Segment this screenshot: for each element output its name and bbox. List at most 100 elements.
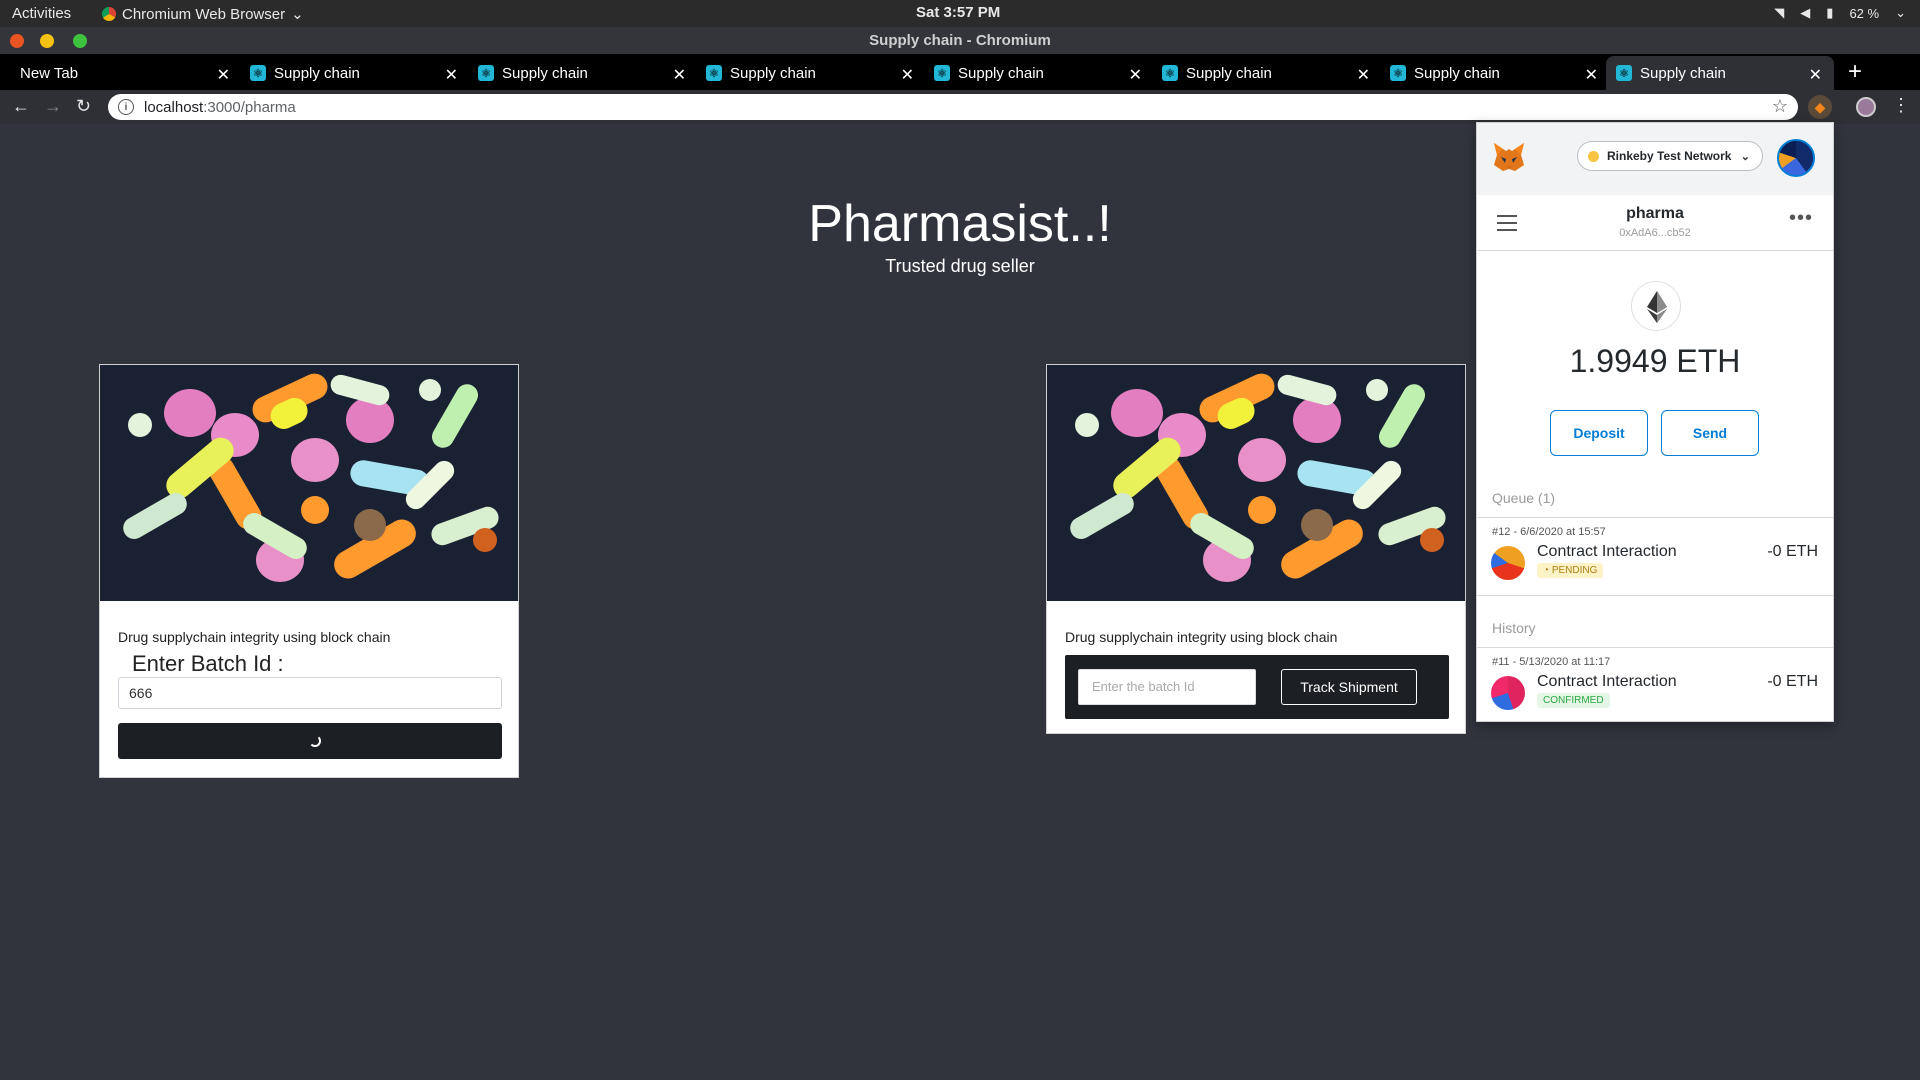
- back-button[interactable]: ←: [12, 96, 30, 117]
- close-icon[interactable]: ✕: [217, 65, 230, 85]
- profile-avatar[interactable]: [1856, 97, 1876, 117]
- account-address[interactable]: 0xAdA6...cb52: [1477, 227, 1833, 239]
- transaction-item[interactable]: #12 - 6/6/2020 at 15:57 Contract Interac…: [1477, 518, 1833, 588]
- tab-label: Supply chain: [1640, 64, 1726, 82]
- volume-icon: ◀: [1800, 5, 1811, 20]
- loading-spinner-icon: [309, 735, 321, 747]
- url-host: localhost: [144, 98, 204, 116]
- app-menu[interactable]: Chromium Web Browser ⌄: [102, 5, 304, 23]
- track-card: Drug supplychain integrity using block c…: [1046, 364, 1466, 734]
- tab-supply-chain[interactable]: ⚛ Supply chain ✕: [1390, 56, 1598, 90]
- transaction-title: Contract Interaction: [1537, 543, 1677, 560]
- react-icon: ⚛: [934, 65, 950, 81]
- react-icon: ⚛: [1162, 65, 1178, 81]
- metamask-extension-icon[interactable]: ◆: [1808, 95, 1832, 119]
- account-avatar[interactable]: [1777, 139, 1815, 177]
- tab-supply-chain-active[interactable]: ⚛ Supply chain ✕: [1606, 56, 1834, 90]
- browser-menu-icon[interactable]: ⋮: [1892, 95, 1910, 116]
- status-badge: CONFIRMED: [1537, 693, 1610, 708]
- transaction-date: #12 - 6/6/2020 at 15:57: [1492, 526, 1606, 538]
- metamask-fox-icon: [1494, 143, 1524, 171]
- transaction-title: Contract Interaction: [1537, 673, 1677, 690]
- batch-card: Drug supplychain integrity using block c…: [99, 364, 519, 778]
- close-icon[interactable]: ✕: [445, 65, 458, 85]
- system-tray[interactable]: ◥ ◀ ▮ 62 % ⌄: [1774, 5, 1906, 21]
- tab-label: Supply chain: [1186, 64, 1272, 82]
- divider: [1477, 595, 1833, 596]
- browser-toolbar: ← → ↻ i localhost:3000/pharma ☆ ◆ ⋮: [0, 90, 1920, 124]
- close-icon[interactable]: ✕: [901, 65, 914, 85]
- eth-balance: 1.9949 ETH: [1569, 343, 1741, 379]
- system-top-bar: Activities Chromium Web Browser ⌄ Sat 3:…: [0, 0, 1920, 27]
- tab-supply-chain[interactable]: ⚛ Supply chain ✕: [478, 56, 686, 90]
- chevron-down-icon: ⌄: [1895, 5, 1906, 20]
- tab-label: Supply chain: [502, 64, 588, 82]
- reload-button[interactable]: ↻: [76, 96, 91, 117]
- transaction-item[interactable]: #11 - 5/13/2020 at 11:17 Contract Intera…: [1477, 648, 1833, 718]
- close-icon[interactable]: ✕: [1357, 65, 1370, 85]
- tab-label: New Tab: [20, 64, 79, 82]
- send-button[interactable]: Send: [1661, 410, 1759, 456]
- track-shipment-button[interactable]: Track Shipment: [1281, 669, 1417, 705]
- ethereum-icon: [1631, 281, 1681, 331]
- battery-level: 62 %: [1849, 5, 1880, 21]
- wifi-icon: ◥: [1774, 5, 1785, 20]
- batch-id-search-input[interactable]: Enter the batch Id: [1078, 669, 1256, 705]
- contract-identicon-icon: [1491, 546, 1525, 580]
- network-selector[interactable]: Rinkeby Test Network ⌄: [1577, 141, 1763, 171]
- metamask-popup: Rinkeby Test Network ⌄ pharma 0xAdA6...c…: [1476, 122, 1834, 722]
- contract-identicon-icon: [1491, 676, 1525, 710]
- batch-id-label: Enter Batch Id :: [132, 651, 284, 676]
- card-description: Drug supplychain integrity using block c…: [118, 629, 391, 645]
- network-name: Rinkeby Test Network: [1607, 149, 1732, 163]
- account-name[interactable]: pharma: [1477, 205, 1833, 223]
- card-description: Drug supplychain integrity using block c…: [1065, 629, 1338, 645]
- tab-supply-chain[interactable]: ⚛ Supply chain ✕: [934, 56, 1142, 90]
- maximize-window-button[interactable]: [73, 34, 87, 48]
- tab-supply-chain[interactable]: ⚛ Supply chain ✕: [1162, 56, 1370, 90]
- transaction-amount: -0 ETH: [1767, 673, 1818, 690]
- tab-new-tab[interactable]: New Tab ✕: [20, 56, 230, 90]
- close-icon[interactable]: ✕: [673, 65, 686, 85]
- close-icon[interactable]: ✕: [1129, 65, 1142, 85]
- pills-image: [100, 365, 518, 601]
- info-icon[interactable]: i: [118, 99, 134, 115]
- activities-button[interactable]: Activities: [12, 5, 71, 22]
- hourglass-icon: ◔: [1543, 565, 1550, 576]
- window-title: Supply chain - Chromium: [869, 32, 1051, 49]
- deposit-button[interactable]: Deposit: [1550, 410, 1648, 456]
- network-status-dot-icon: [1588, 150, 1599, 162]
- account-row: pharma 0xAdA6...cb52 •••: [1477, 195, 1833, 251]
- minimize-window-button[interactable]: [40, 34, 54, 48]
- close-window-button[interactable]: [10, 34, 24, 48]
- chevron-down-icon: ⌄: [1740, 150, 1750, 163]
- more-options-icon[interactable]: •••: [1789, 207, 1813, 230]
- react-icon: ⚛: [1390, 65, 1406, 81]
- track-form: Enter the batch Id Track Shipment: [1065, 655, 1449, 719]
- close-icon[interactable]: ✕: [1585, 65, 1598, 85]
- battery-icon: ▮: [1826, 5, 1834, 20]
- address-bar[interactable]: i localhost:3000/pharma ☆: [108, 94, 1798, 120]
- tab-label: Supply chain: [274, 64, 360, 82]
- clock[interactable]: Sat 3:57 PM: [916, 4, 1000, 21]
- queue-heading: Queue (1): [1492, 490, 1556, 506]
- history-heading: History: [1492, 620, 1536, 636]
- tab-label: Supply chain: [958, 64, 1044, 82]
- submit-batch-button[interactable]: [118, 723, 502, 759]
- tab-supply-chain[interactable]: ⚛ Supply chain ✕: [250, 56, 458, 90]
- bookmark-star-icon[interactable]: ☆: [1772, 96, 1788, 117]
- react-icon: ⚛: [250, 65, 266, 81]
- tab-supply-chain[interactable]: ⚛ Supply chain ✕: [706, 56, 914, 90]
- new-tab-button[interactable]: +: [1848, 58, 1862, 86]
- close-icon[interactable]: ✕: [1809, 65, 1822, 85]
- chevron-down-icon: ⌄: [291, 6, 304, 23]
- batch-id-input[interactable]: 666: [118, 677, 502, 709]
- status-badge: ◔ PENDING: [1537, 563, 1604, 578]
- url-path: :3000/pharma: [203, 98, 296, 116]
- react-icon: ⚛: [478, 65, 494, 81]
- app-menu-label: Chromium Web Browser: [122, 5, 286, 23]
- status-text: PENDING: [1551, 565, 1598, 576]
- chromium-icon: [102, 7, 116, 21]
- window-title-bar: Supply chain - Chromium: [0, 27, 1920, 54]
- forward-button[interactable]: →: [44, 96, 62, 117]
